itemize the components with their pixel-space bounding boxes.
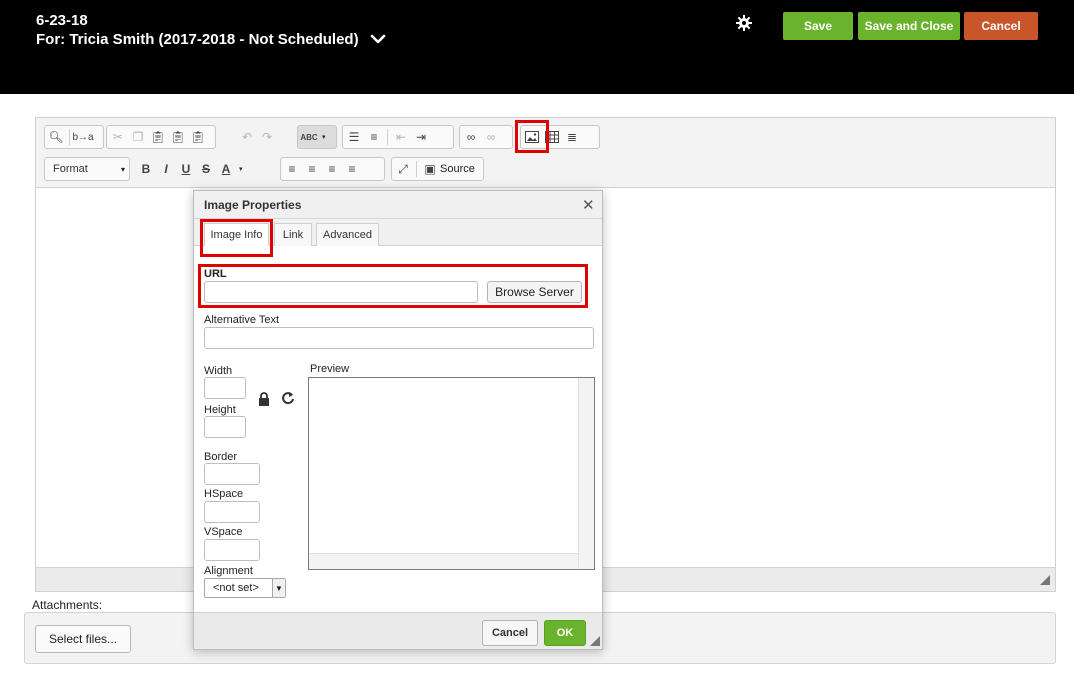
height-input[interactable]: [204, 416, 246, 438]
paste-icon[interactable]: 📋︎: [150, 130, 165, 144]
close-icon[interactable]: ✕: [582, 196, 595, 214]
dialog-cancel-button[interactable]: Cancel: [482, 620, 538, 646]
image-preview: [308, 377, 595, 570]
tab-advanced[interactable]: Advanced: [316, 223, 379, 246]
dropdown-arrow-icon: ▾: [239, 166, 243, 173]
outdent-icon[interactable]: ⇤: [394, 130, 408, 144]
dialog-ok-button[interactable]: OK: [544, 620, 586, 646]
underline-button[interactable]: U: [179, 162, 193, 176]
url-label: URL: [204, 268, 227, 280]
toolbar-group-undo: ↶ ↷: [236, 125, 286, 149]
dialog-title: Image Properties: [204, 198, 302, 212]
align-right-icon[interactable]: ≡: [325, 162, 339, 176]
toolbar-separator: [387, 129, 388, 145]
attachments-label: Attachments:: [32, 598, 103, 612]
chevron-down-icon: ▼: [272, 579, 285, 597]
page-subtitle: For: Tricia Smith (2017-2018 - Not Sched…: [36, 30, 359, 48]
width-label: Width: [204, 365, 233, 377]
font-color-button[interactable]: A: [219, 162, 233, 176]
hspace-input[interactable]: [204, 501, 260, 523]
reset-size-icon[interactable]: [281, 391, 295, 405]
format-label: Format: [53, 163, 88, 175]
copy-icon[interactable]: ❐: [131, 130, 145, 144]
toolbar-group-links: ∞ ∞: [459, 125, 513, 149]
cut-icon[interactable]: ✂: [111, 130, 125, 144]
strikethrough-button[interactable]: S: [199, 162, 213, 176]
spellcheck-button[interactable]: ABC ▾: [297, 125, 337, 149]
save-button[interactable]: Save: [783, 12, 853, 40]
lock-icon[interactable]: [258, 392, 270, 406]
dropdown-arrow-icon: ▾: [322, 134, 326, 141]
dialog-footer: [194, 612, 602, 649]
spellcheck-icon: ABC: [300, 132, 318, 142]
paste-word-icon[interactable]: 📋︎: [190, 130, 205, 144]
align-center-icon[interactable]: ≡: [305, 162, 319, 176]
toolbar-group-basicstyles: B I U S A ▾: [135, 157, 275, 181]
save-and-close-button[interactable]: Save and Close: [858, 12, 960, 40]
alignment-label: Alignment: [204, 565, 253, 577]
tab-image-info[interactable]: Image Info: [204, 223, 269, 246]
replace-icon[interactable]: b→a: [72, 130, 93, 144]
preview-vertical-scrollbar[interactable]: [578, 378, 594, 569]
find-icon[interactable]: 🔍︎: [48, 130, 63, 144]
unlink-icon[interactable]: ∞: [484, 130, 498, 144]
indent-icon[interactable]: ⇥: [414, 130, 428, 144]
browse-server-button[interactable]: Browse Server: [487, 281, 582, 303]
border-label: Border: [204, 451, 238, 463]
alignment-value: <not set>: [213, 582, 259, 594]
italic-button[interactable]: I: [159, 162, 173, 176]
source-icon: ▣: [424, 162, 436, 176]
bold-button[interactable]: B: [139, 162, 153, 176]
format-dropdown[interactable]: Format ▾: [44, 157, 130, 181]
tab-link[interactable]: Link: [274, 223, 312, 246]
select-files-button[interactable]: Select files...: [35, 625, 131, 653]
url-input[interactable]: [204, 281, 478, 303]
toolbar-separator: [69, 129, 70, 145]
redo-icon[interactable]: ↷: [260, 130, 274, 144]
cancel-button[interactable]: Cancel: [964, 12, 1038, 40]
toolbar-group-find: 🔍︎ b→a: [44, 125, 104, 149]
toolbar-group-insert: ≣: [520, 125, 600, 149]
numbered-list-icon[interactable]: ☰: [347, 130, 361, 144]
width-input[interactable]: [204, 377, 246, 399]
undo-icon[interactable]: ↶: [240, 130, 254, 144]
toolbar-group-lists: ☰ ≡ ⇤ ⇥: [342, 125, 454, 149]
align-justify-icon[interactable]: ≡: [345, 162, 359, 176]
border-input[interactable]: [204, 463, 260, 485]
toolbar-group-clipboard: ✂ ❐ 📋︎ 📋︎ 📋︎: [106, 125, 216, 149]
toolbar-group-document: ⤢ ▣ Source: [391, 157, 484, 181]
alternative-text-input[interactable]: [204, 327, 594, 349]
vspace-label: VSpace: [204, 526, 243, 538]
toolbar-group-align: ≡ ≡ ≡ ≡: [280, 157, 385, 181]
resize-handle-icon[interactable]: [1040, 575, 1050, 585]
chevron-down-icon: [370, 34, 385, 44]
link-icon[interactable]: ∞: [464, 130, 478, 144]
preview-horizontal-scrollbar[interactable]: [309, 553, 578, 569]
vspace-input[interactable]: [204, 539, 260, 561]
page-subtitle-dropdown[interactable]: For: Tricia Smith (2017-2018 - Not Sched…: [36, 30, 387, 48]
hspace-label: HSpace: [204, 488, 244, 500]
dialog-resize-handle-icon[interactable]: [590, 636, 600, 646]
source-label: Source: [440, 163, 475, 175]
alignment-select[interactable]: <not set> ▼: [204, 578, 286, 598]
source-button[interactable]: ▣ Source: [423, 162, 475, 176]
bulleted-list-icon[interactable]: ≡: [367, 130, 381, 144]
height-label: Height: [204, 404, 236, 416]
page-title: 6-23-18: [36, 12, 88, 29]
horizontal-line-icon[interactable]: ≣: [565, 130, 579, 144]
maximize-icon[interactable]: ⤢: [396, 162, 410, 176]
preview-label: Preview: [310, 363, 350, 375]
align-left-icon[interactable]: ≡: [285, 162, 299, 176]
gear-icon[interactable]: [736, 15, 752, 31]
paste-text-icon[interactable]: 📋︎: [170, 130, 185, 144]
table-icon[interactable]: [545, 130, 559, 144]
alternative-text-label: Alternative Text: [204, 314, 280, 326]
dropdown-arrow-icon: ▾: [120, 164, 125, 174]
image-icon[interactable]: [525, 130, 539, 144]
toolbar-separator: [416, 161, 417, 177]
